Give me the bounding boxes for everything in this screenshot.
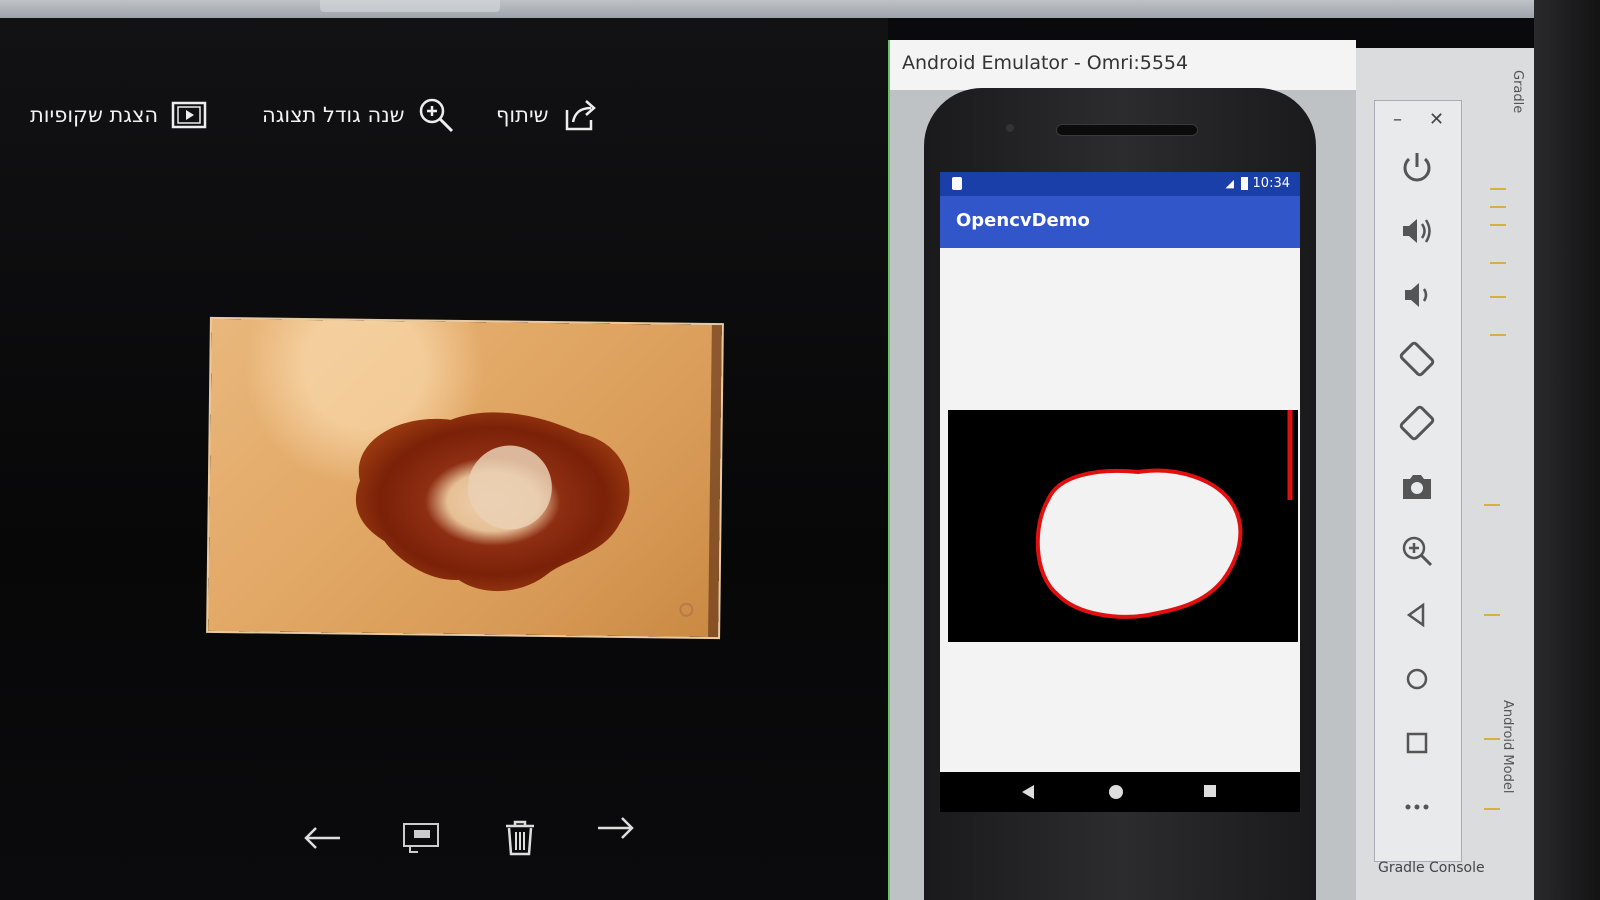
nav-back-icon[interactable] (1022, 785, 1034, 799)
more-icon[interactable] (1395, 785, 1439, 829)
arrow-right-icon[interactable] (594, 806, 638, 850)
phone-screen: ◢ 10:34 OpencvDemo (940, 172, 1300, 812)
viewer-bottom-bar (300, 816, 660, 876)
trash-icon[interactable] (498, 816, 542, 860)
status-time: 10:34 (1252, 176, 1290, 191)
skin-lesion-photo (208, 318, 722, 638)
signal-icon: ◢ (1225, 177, 1234, 190)
zoom-button[interactable]: שנה גודל תצוגה (262, 96, 455, 134)
monitor-bezel (1534, 0, 1600, 900)
share-button[interactable]: שיתוף (496, 96, 599, 134)
gutter-mark (1484, 504, 1500, 506)
back-icon[interactable] (1395, 593, 1439, 637)
minimize-icon[interactable]: – (1393, 109, 1402, 130)
gutter-mark (1490, 262, 1506, 264)
volume-down-icon[interactable] (1395, 273, 1439, 317)
gutter-mark (1484, 808, 1500, 810)
overview-icon[interactable] (1395, 721, 1439, 765)
earpiece-speaker (1056, 124, 1198, 136)
power-icon[interactable] (1395, 145, 1439, 189)
gutter-mark (1490, 296, 1506, 298)
rotate-right-icon[interactable] (1395, 401, 1439, 445)
emulator-titlebar: Android Emulator - Omri:5554 (890, 40, 1356, 90)
gutter-mark (1490, 188, 1506, 190)
battery-icon (1241, 177, 1248, 190)
nav-buttons[interactable] (940, 772, 1300, 812)
zoom-label: שנה גודל תצוגה (262, 103, 405, 127)
gutter-mark (1490, 206, 1506, 208)
mask-contour (1035, 410, 1293, 619)
emulator-side-panel: – ✕ (1374, 100, 1462, 862)
camera-icon[interactable] (1395, 465, 1439, 509)
slideshow-icon (171, 101, 207, 129)
close-icon[interactable]: ✕ (1429, 109, 1444, 130)
zoom-in-icon (419, 98, 453, 133)
sd-card-icon (952, 177, 962, 190)
volume-up-icon[interactable] (1395, 209, 1439, 253)
zoom-icon[interactable] (1395, 529, 1439, 573)
window-top-bar (0, 0, 1600, 18)
home-icon[interactable] (1395, 657, 1439, 701)
lesion-shape (356, 325, 722, 638)
app-bar: OpencvDemo (940, 196, 1300, 248)
arrow-left-icon[interactable] (300, 816, 344, 860)
front-camera (1006, 124, 1014, 132)
slideshow-label: הצגת שקופיות (30, 103, 159, 127)
slideshow-icon[interactable] (400, 816, 444, 860)
gradle-console-tab[interactable]: Gradle Console (1378, 860, 1485, 876)
app-title: OpencvDemo (956, 210, 1090, 231)
viewer-toolbar: הצגת שקופיות שנה גודל תצוגה שיתוף (0, 18, 888, 138)
gutter-mark (1490, 224, 1506, 226)
nav-overview-icon[interactable] (1204, 785, 1216, 797)
android-nav-bar (940, 772, 1300, 812)
lesion-mask-image (948, 410, 1298, 642)
slideshow-button[interactable]: הצגת שקופיות (30, 96, 208, 134)
gutter-mark (1484, 614, 1500, 616)
share-label: שיתוף (496, 103, 549, 127)
emulator-title: Android Emulator - Omri:5554 (902, 52, 1189, 74)
share-icon (565, 100, 596, 131)
status-bar: ◢ 10:34 (940, 172, 1300, 196)
gradle-tab[interactable]: Gradle (1510, 70, 1525, 113)
nav-home-icon[interactable] (1109, 785, 1123, 799)
gutter-mark (1484, 738, 1500, 740)
rotate-left-icon[interactable] (1395, 337, 1439, 381)
android-model-tab[interactable]: Android Model (1500, 700, 1515, 793)
gutter-mark (1490, 334, 1506, 336)
browser-tab[interactable] (320, 0, 500, 12)
